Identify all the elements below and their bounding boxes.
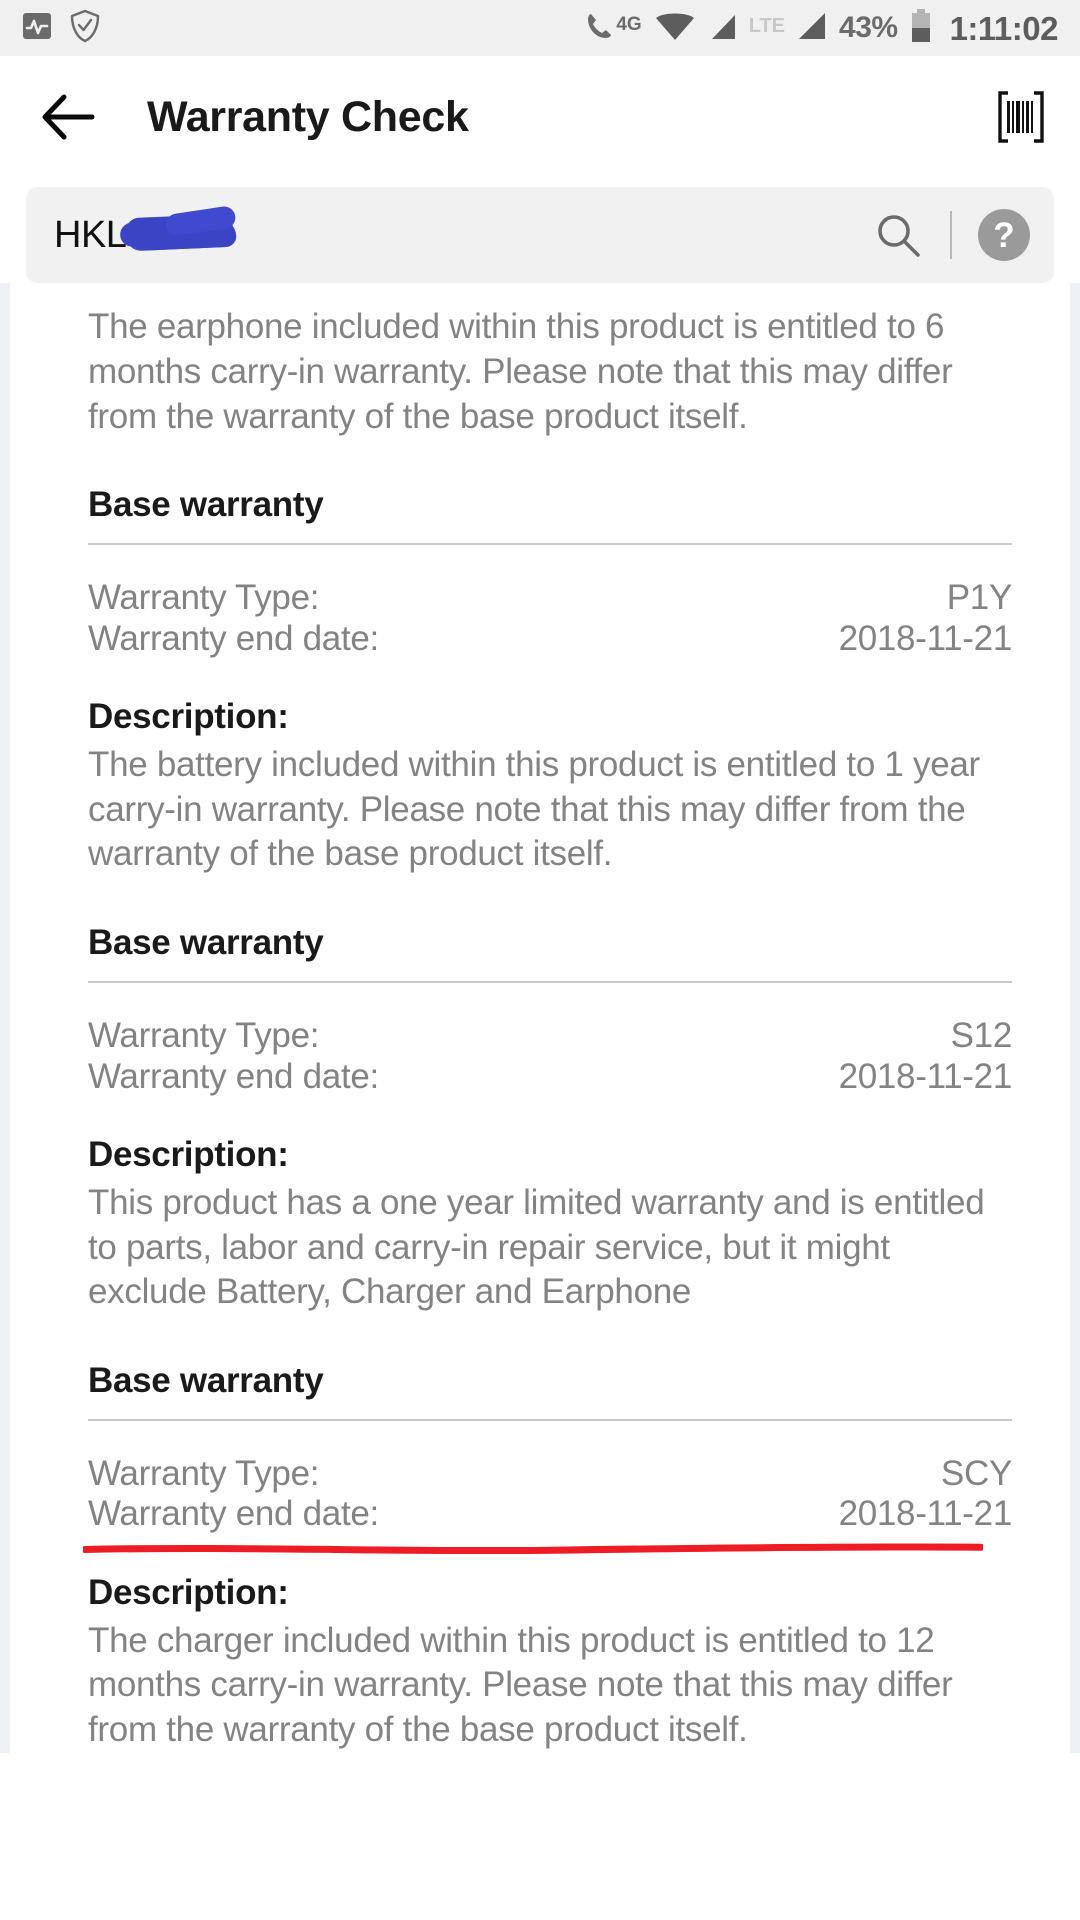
warranty-type-label: Warranty Type:: [88, 1454, 320, 1494]
status-bar-left-icons: [22, 9, 100, 48]
section-title: Base warranty: [88, 485, 324, 525]
phone-call-icon: [587, 10, 615, 47]
page-title: Warranty Check: [147, 92, 469, 141]
app-bar: Warranty Check: [0, 56, 1080, 178]
help-circle-icon[interactable]: ?: [978, 209, 1030, 261]
search-bar[interactable]: HKL ?: [26, 187, 1054, 283]
back-arrow-icon[interactable]: [42, 90, 96, 144]
search-bar-container: HKL ?: [0, 178, 1080, 283]
warranty-end-date-label: Warranty end date:: [88, 1056, 379, 1096]
warranty-details: Warranty Type: P1Y Warranty end date: 20…: [88, 545, 1012, 659]
clock-label: 1:11:02: [949, 9, 1059, 47]
scroll-edge-left: [0, 283, 10, 1754]
warranty-section: Base warranty: [88, 1315, 1012, 1422]
scroll-edge-right: [1070, 283, 1080, 1754]
warranty-end-date-value: 2018-11-21: [838, 618, 1013, 658]
warranty-end-date-row: Warranty end date: 2018-11-21: [88, 1494, 1012, 1534]
description-block: Description: This product has a one year…: [88, 1097, 1012, 1315]
warranty-end-date-row: Warranty end date: 2018-11-21: [88, 619, 1012, 659]
warranty-type-row: Warranty Type: S12: [88, 1016, 1012, 1056]
description-text: The charger included within this product…: [88, 1620, 953, 1750]
description-label: Description:: [88, 1572, 289, 1612]
network-4g-label: 4G: [616, 13, 642, 35]
description-text: This product has a one year limited warr…: [88, 1182, 985, 1312]
shield-check-icon: [70, 9, 100, 48]
warranty-end-date-label: Warranty end date:: [88, 618, 379, 658]
signal-bars-sim2-icon: [794, 10, 828, 47]
warranty-type-row: Warranty Type: P1Y: [88, 578, 1012, 618]
search-bar-actions: ?: [872, 209, 1030, 261]
wifi-icon: [655, 10, 695, 47]
description-block: Description: The battery included within…: [88, 659, 1012, 877]
warranty-type-label: Warranty Type:: [88, 1016, 320, 1056]
description-label: Description:: [88, 1134, 289, 1174]
intro-paragraph: The earphone included within this produc…: [88, 307, 953, 436]
intro-paragraph-block: The earphone included within this produc…: [88, 283, 1012, 439]
section-title: Base warranty: [88, 923, 324, 963]
warranty-end-date-value: 2018-11-21: [838, 1056, 1013, 1096]
battery-icon: [909, 8, 933, 48]
barcode-scan-icon[interactable]: [998, 91, 1044, 143]
search-input-text: HKL: [54, 213, 127, 256]
description-text: The battery included within this product…: [88, 744, 980, 874]
warranty-end-date-value: 2018-11-21: [838, 1494, 1013, 1534]
warranty-list: The earphone included within this produc…: [0, 283, 1080, 1753]
description-block: Description: The charger included within…: [88, 1535, 1012, 1753]
search-input-value[interactable]: HKL: [54, 213, 235, 257]
status-bar-right-icons: 4G LTE 43% 1:11:02: [587, 8, 1059, 48]
status-bar: 4G LTE 43% 1:11:02: [0, 0, 1080, 56]
signal-bars-sim1-icon: [706, 10, 738, 47]
warranty-type-value: P1Y: [946, 578, 1013, 618]
warranty-type-row: Warranty Type: SCY: [88, 1454, 1012, 1494]
warranty-type-value: S12: [950, 1016, 1013, 1056]
warranty-section: Base warranty: [88, 877, 1012, 984]
activity-monitor-icon: [22, 10, 52, 47]
warranty-content: The earphone included within this produc…: [0, 283, 1080, 1754]
warranty-type-label: Warranty Type:: [88, 578, 320, 618]
network-lte-label: LTE: [748, 14, 786, 37]
warranty-section: Base warranty: [88, 439, 1012, 546]
search-icon[interactable]: [872, 209, 924, 261]
warranty-end-date-label: Warranty end date:: [88, 1494, 379, 1534]
redaction-mark: [125, 213, 235, 248]
section-title: Base warranty: [88, 1361, 324, 1401]
battery-percent-label: 43%: [839, 11, 898, 44]
warranty-type-value: SCY: [940, 1454, 1012, 1494]
warranty-details: Warranty Type: S12 Warranty end date: 20…: [88, 983, 1012, 1097]
description-label: Description:: [88, 696, 289, 736]
warranty-details: Warranty Type: SCY Warranty end date: 20…: [88, 1421, 1012, 1535]
search-divider: [950, 211, 952, 259]
warranty-end-date-row: Warranty end date: 2018-11-21: [88, 1057, 1012, 1097]
